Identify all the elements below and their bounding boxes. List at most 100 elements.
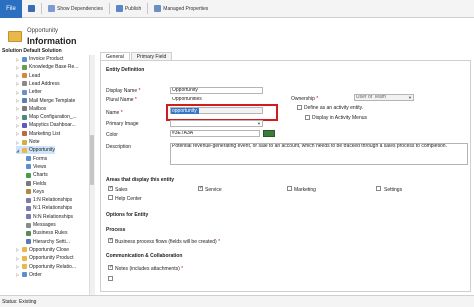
tree-item[interactable]: ▷ Order	[16, 271, 42, 279]
tree-item[interactable]: ▷ Letter	[16, 88, 42, 96]
tree-item[interactable]: ▷ Mapytics Dashboar...	[16, 121, 76, 129]
tree-child-item[interactable]: Business Rules	[26, 229, 67, 237]
ownership-dropdown[interactable]: User or Team ▼	[354, 94, 414, 101]
entity-icon	[22, 272, 27, 278]
tree-item-label: Charts	[33, 172, 48, 179]
description-field[interactable]: Potential revenue-generating event, or s…	[170, 143, 468, 165]
entity-icon	[22, 56, 27, 62]
tree-item-label: Note	[29, 139, 40, 145]
area-marketing-checkbox[interactable]	[287, 186, 292, 191]
page-title: Information	[27, 36, 77, 46]
display-name-field[interactable]: Opportunity	[170, 87, 263, 94]
tree-item[interactable]: ▷ Opportunity Relatio...	[16, 263, 76, 271]
plural-name-field[interactable]: Opportunities	[170, 96, 263, 103]
expand-arrow-icon[interactable]: ▷	[16, 115, 20, 120]
area-settings-label: Settings	[384, 187, 403, 193]
tab-general[interactable]: General	[100, 52, 130, 60]
area-settings-checkbox[interactable]	[376, 186, 381, 191]
tree-item[interactable]: ▷ Map Configuration_...	[16, 113, 77, 121]
tree-item[interactable]: ▷ Lead Address	[16, 80, 60, 88]
expand-arrow-icon[interactable]: ▷	[16, 272, 20, 277]
tree-child-item[interactable]: Charts	[26, 171, 48, 179]
tree-child-item[interactable]: N:N Relationships	[26, 213, 73, 221]
tree-item[interactable]: ▷ Opportunity Close	[16, 246, 69, 254]
expand-arrow-icon[interactable]: ▷	[16, 90, 20, 95]
business-process-label: Business process flows (fields will be c…	[115, 239, 221, 245]
managed-properties-button[interactable]: Managed Properties	[154, 5, 208, 12]
expand-arrow-icon[interactable]: ▷	[16, 123, 20, 128]
option-checkbox[interactable]	[108, 276, 113, 281]
tree-child-item[interactable]: Forms	[26, 155, 47, 163]
expand-arrow-icon[interactable]: ▷	[16, 247, 20, 252]
publish-label: Publish	[124, 5, 142, 12]
area-sales-label: Sales	[115, 187, 128, 193]
expand-arrow-icon[interactable]: ▷	[16, 264, 20, 269]
tree-child-item[interactable]: N:1 Relationships	[26, 204, 72, 212]
expand-arrow-icon[interactable]: ▷	[16, 98, 20, 103]
areas-heading: Areas that display this entity	[106, 177, 175, 183]
tree-item-label: Mail Merge Template	[29, 97, 76, 104]
area-sales-checkbox[interactable]	[108, 185, 113, 191]
entity-icon	[22, 73, 27, 79]
tree-child-item[interactable]: Fields	[26, 180, 46, 188]
define-activity-checkbox[interactable]	[297, 105, 302, 110]
name-label: Name *	[106, 110, 123, 116]
expand-arrow-icon[interactable]: ▷	[16, 131, 20, 136]
entity-name: Opportunity	[27, 28, 59, 34]
publish-button[interactable]: Publish	[115, 5, 142, 12]
show-dependencies-button[interactable]: Show Dependencies	[48, 5, 103, 12]
display-activity-menus-label: Display in Activity Menus	[312, 115, 368, 121]
tree-child-item[interactable]: 1:N Relationships	[26, 196, 72, 204]
tree-scroll-thumb[interactable]	[90, 135, 94, 185]
tree-item-label: Lead	[29, 72, 41, 79]
tree-item-label: Knowledge Base Re...	[29, 64, 79, 71]
expand-arrow-icon[interactable]: ▷	[16, 256, 20, 261]
tree-child-item[interactable]: Messages	[26, 221, 56, 229]
area-service-label: Service	[205, 187, 222, 193]
ownership-label: Ownership *	[291, 96, 319, 102]
entity-icon	[26, 164, 31, 170]
tree-child-item[interactable]: Views	[26, 163, 46, 171]
tree-item[interactable]: ▷ Lead	[16, 72, 40, 80]
tree-item-label: Opportunity	[29, 147, 55, 154]
file-button[interactable]: File	[0, 0, 22, 18]
tree-item[interactable]: ▷ Knowledge Base Re...	[16, 63, 78, 71]
expand-arrow-icon[interactable]: ◢	[16, 148, 20, 153]
tree-item[interactable]: ▷ Mail Merge Template	[16, 97, 75, 105]
display-activity-menus-checkbox[interactable]	[305, 115, 310, 120]
expand-arrow-icon[interactable]: ▷	[16, 73, 20, 78]
expand-arrow-icon[interactable]: ▷	[16, 81, 20, 86]
area-service-checkbox[interactable]	[198, 185, 203, 191]
tree-item-label: Fields	[33, 180, 47, 187]
tree-item[interactable]: ▷ Opportunity Product	[16, 254, 73, 262]
tree-item[interactable]: ▷ Note	[16, 138, 40, 146]
expand-arrow-icon[interactable]: ▷	[16, 65, 20, 70]
save-icon[interactable]	[28, 5, 35, 12]
tree-child-item[interactable]: Hierarchy Setti...	[26, 238, 70, 246]
entity-icon	[22, 131, 27, 137]
area-help-checkbox[interactable]	[108, 195, 113, 200]
color-swatch[interactable]	[263, 130, 275, 137]
primary-image-dropdown[interactable]: ▼	[170, 120, 263, 127]
business-process-checkbox[interactable]	[108, 237, 113, 243]
expand-arrow-icon[interactable]: ▷	[16, 140, 20, 145]
tree-item[interactable]: ▷ Marketing List	[16, 130, 60, 138]
entity-icon	[26, 205, 31, 211]
tree-item[interactable]: ▷ Mailbox	[16, 105, 46, 113]
ribbon-separator	[41, 3, 42, 14]
entity-definition-heading: Entity Definition	[106, 67, 145, 73]
tree-item[interactable]: ▷ Invoice Product	[16, 55, 63, 63]
tab-primary-field[interactable]: Primary Field	[130, 52, 173, 60]
expand-arrow-icon[interactable]: ▷	[16, 57, 20, 62]
color-label: Color	[106, 132, 118, 138]
ribbon-separator	[108, 3, 110, 14]
notes-checkbox[interactable]	[108, 264, 113, 270]
color-field[interactable]: #3E7A3A	[170, 130, 260, 137]
entity-icon	[22, 64, 27, 70]
tree-item-label: Mailbox	[29, 105, 47, 112]
tree-item-label: Business Rules	[33, 230, 68, 237]
tree-child-item[interactable]: Keys	[26, 188, 44, 196]
entity-icon	[26, 239, 31, 245]
expand-arrow-icon[interactable]: ▷	[16, 106, 20, 111]
tree-item[interactable]: ◢ Opportunity	[16, 146, 55, 155]
